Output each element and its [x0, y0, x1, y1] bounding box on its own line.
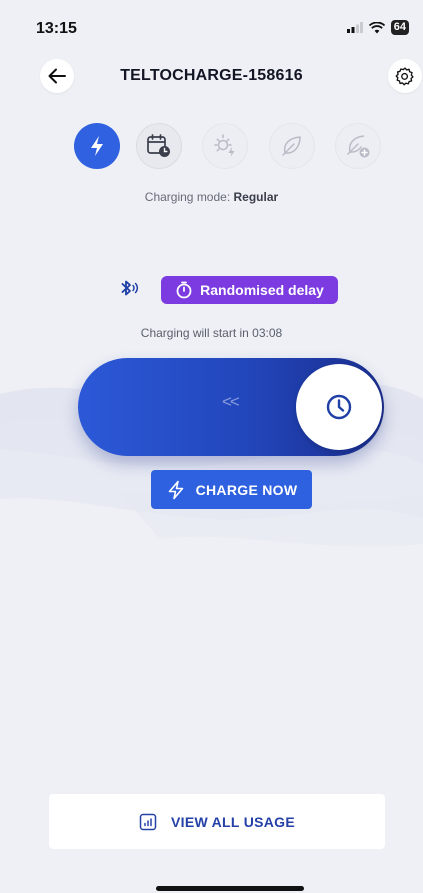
status-icons: 64: [346, 20, 409, 35]
slide-chevrons: <<: [222, 392, 240, 411]
lightning-icon: [91, 136, 103, 156]
charge-slider-handle[interactable]: [296, 364, 382, 450]
home-indicator[interactable]: [156, 886, 304, 891]
status-time: 13:15: [36, 20, 77, 37]
mode-regular-button[interactable]: [74, 123, 120, 169]
view-all-usage-button[interactable]: VIEW ALL USAGE: [49, 794, 385, 849]
mode-eco-plus-button[interactable]: [335, 123, 381, 169]
gear-icon: [395, 67, 414, 86]
mode-scheduled-button[interactable]: [136, 123, 182, 169]
battery-indicator: 64: [390, 20, 409, 35]
view-all-usage-label: VIEW ALL USAGE: [171, 813, 295, 830]
charge-now-label: CHARGE NOW: [195, 481, 298, 498]
charging-mode-label: Charging mode: Regular: [0, 190, 423, 204]
randomised-delay-badge: Randomised delay: [161, 276, 338, 304]
charging-countdown: Charging will start in 03:08: [140, 326, 283, 340]
leaf-plus-icon: [347, 135, 370, 158]
charge-now-button[interactable]: CHARGE NOW: [151, 470, 312, 509]
stopwatch-icon: [176, 281, 192, 299]
bluetooth-icon: [120, 279, 140, 302]
mode-eco-button[interactable]: [269, 123, 315, 169]
leaf-icon: [282, 136, 301, 156]
calendar-clock-icon: [147, 134, 170, 157]
sun-lightning-icon: [214, 134, 235, 157]
page-title: TELTOCHARGE-158616: [120, 67, 303, 84]
charging-mode-prefix: Charging mode:: [144, 190, 231, 204]
settings-button[interactable]: [388, 59, 422, 93]
mode-solar-button[interactable]: [202, 123, 248, 169]
lightning-outline-icon: [168, 480, 183, 499]
clock-icon: [326, 394, 352, 420]
randomised-delay-label: Randomised delay: [200, 282, 324, 298]
signal-icon: [346, 22, 363, 33]
charging-mode-value: Regular: [233, 190, 279, 204]
wifi-icon: [368, 21, 385, 33]
bar-chart-icon: [139, 813, 157, 830]
